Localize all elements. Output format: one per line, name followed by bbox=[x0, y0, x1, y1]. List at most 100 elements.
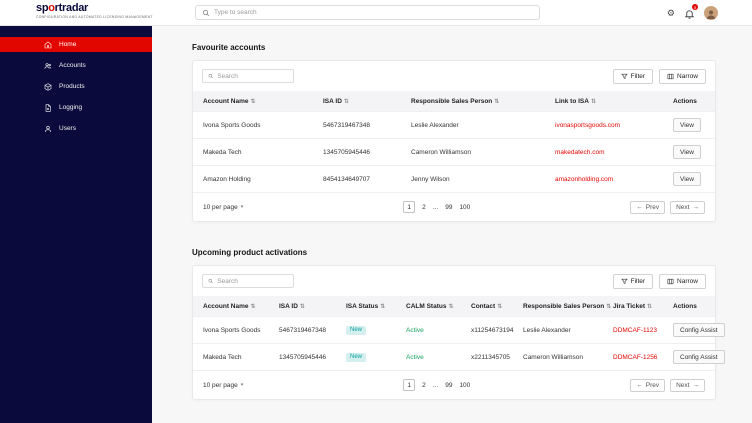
user-icon bbox=[45, 125, 51, 132]
activations-table-header: Account Name ⇅ ISA ID ⇅ ISA Status ⇅ CALM S… bbox=[193, 296, 715, 316]
prev-label: Prev bbox=[645, 203, 660, 211]
page-button-1[interactable]: 1 bbox=[403, 379, 416, 391]
pager-buttons: ← Prev Next → bbox=[630, 378, 705, 392]
table-row: Makeda Tech 1345705945446 Cameron Willia… bbox=[193, 138, 715, 165]
sidebar-item-home[interactable]: Home bbox=[0, 37, 152, 52]
page-button-100[interactable]: 100 bbox=[459, 382, 470, 389]
column-header: ISA Status bbox=[346, 302, 379, 310]
funnel-icon bbox=[620, 73, 628, 79]
jira-ticket-link[interactable]: DDMCAF-1123 bbox=[613, 327, 673, 334]
table-row: Ivona Sports Goods 5467319467348 Leslie … bbox=[193, 111, 715, 138]
table-row: Ivona Sports Goods 5467319467348 New Act… bbox=[193, 316, 725, 343]
global-search[interactable] bbox=[195, 5, 540, 20]
config-assist-button[interactable]: Config Assist bbox=[673, 350, 725, 364]
sort-icon[interactable]: ⇅ bbox=[647, 303, 652, 310]
filter-button[interactable]: Filter bbox=[612, 273, 654, 289]
column-header: Account Name bbox=[203, 302, 249, 310]
sidebar-item-label: Logging bbox=[59, 104, 83, 111]
column-header: Responsible Sales Person bbox=[523, 302, 605, 310]
cell-isa-id: 5467319467348 bbox=[279, 326, 326, 334]
notification-badge: 5 bbox=[692, 4, 698, 10]
isa-status-badge: New bbox=[346, 352, 367, 362]
box-icon bbox=[44, 82, 52, 91]
per-page-label: 10 per page bbox=[203, 203, 238, 211]
page-button-99[interactable]: 99 bbox=[445, 382, 452, 389]
sort-icon[interactable]: ⇅ bbox=[448, 303, 453, 310]
narrow-button[interactable]: Narrow bbox=[659, 68, 706, 84]
favourites-toolbar: Filter Narrow bbox=[193, 61, 715, 91]
narrow-button[interactable]: Narrow bbox=[659, 273, 706, 289]
sort-icon[interactable]: ⇅ bbox=[380, 303, 385, 310]
sort-icon[interactable]: ⇅ bbox=[497, 303, 502, 310]
sidebar-item-users[interactable]: Users bbox=[0, 121, 152, 136]
chevron-down-icon: ▾ bbox=[240, 382, 244, 388]
table-row: Makeda Tech 1345705945446 New Active x22… bbox=[193, 343, 725, 370]
prev-label: Prev bbox=[645, 381, 660, 389]
view-button[interactable]: View bbox=[673, 118, 701, 132]
sort-icon[interactable]: ⇅ bbox=[251, 303, 256, 310]
cell-account-name: Ivona Sports Goods bbox=[203, 326, 261, 334]
sort-icon[interactable]: ⇅ bbox=[344, 98, 349, 105]
settings-icon[interactable]: ⚙ bbox=[667, 8, 675, 18]
column-header: Contact bbox=[471, 302, 496, 310]
favourites-search-input[interactable] bbox=[217, 72, 288, 80]
per-page-select[interactable]: 10 per page ▾ bbox=[203, 382, 243, 389]
column-header: Account Name bbox=[203, 97, 249, 105]
view-button[interactable]: View bbox=[673, 145, 701, 159]
page-button-100[interactable]: 100 bbox=[459, 204, 470, 211]
isa-link[interactable]: makedatech.com bbox=[555, 149, 673, 156]
sort-icon[interactable]: ⇅ bbox=[300, 303, 305, 310]
page-button-2[interactable]: 2 bbox=[422, 382, 426, 389]
prev-button[interactable]: ← Prev bbox=[630, 200, 666, 214]
cell-account-name: Makeda Tech bbox=[203, 353, 242, 361]
cell-isa-id: 1345705945446 bbox=[323, 148, 370, 156]
cell-sales-person: Leslie Alexander bbox=[411, 121, 459, 129]
page-button-1[interactable]: 1 bbox=[403, 201, 416, 213]
page-ellipsis: ... bbox=[432, 203, 439, 211]
filter-button[interactable]: Filter bbox=[612, 68, 654, 84]
isa-link[interactable]: ivonasportsgoods.com bbox=[555, 122, 673, 129]
sort-icon[interactable]: ⇅ bbox=[251, 98, 256, 105]
favourites-table-header: Account Name ⇅ ISA ID ⇅ Responsible Sales … bbox=[193, 91, 715, 111]
search-icon bbox=[202, 9, 210, 16]
arrow-right-icon: → bbox=[692, 203, 699, 211]
notifications-button[interactable]: 5 bbox=[684, 4, 698, 19]
activations-card: Filter Narrow Account Name⇅ ISA ID⇅ ISA … bbox=[192, 265, 725, 400]
sidebar-item-accounts[interactable]: Accounts bbox=[0, 58, 152, 73]
activations-search-input[interactable] bbox=[217, 277, 288, 285]
cell-sales-person: Cameron Williamson bbox=[523, 353, 583, 361]
user-avatar[interactable] bbox=[704, 6, 718, 20]
view-button[interactable]: View bbox=[673, 172, 701, 186]
logo-tagline: CONFIGURATION AND AUTOMATED LICENSING MA… bbox=[36, 14, 153, 19]
sort-icon[interactable]: ⇅ bbox=[606, 303, 611, 310]
column-header: Actions bbox=[673, 97, 697, 105]
sidebar-item-label: Products bbox=[59, 83, 85, 90]
activations-search[interactable] bbox=[202, 274, 294, 288]
sidebar-nav: Home Accounts Products Logging Users bbox=[0, 26, 152, 423]
columns-icon bbox=[667, 278, 674, 284]
next-button[interactable]: Next → bbox=[670, 200, 705, 214]
cell-isa-id: 8454134649707 bbox=[323, 175, 370, 183]
logo-text-rest: rtradar bbox=[54, 2, 89, 14]
top-bar: sportradar CONFIGURATION AND AUTOMATED L… bbox=[0, 0, 752, 26]
arrow-left-icon: ← bbox=[636, 203, 643, 211]
page-button-99[interactable]: 99 bbox=[445, 204, 452, 211]
pagination: 1 2 ... 99 100 bbox=[403, 379, 470, 391]
sidebar-item-logging[interactable]: Logging bbox=[0, 100, 152, 115]
config-assist-button[interactable]: Config Assist bbox=[673, 323, 725, 337]
sort-icon[interactable]: ⇅ bbox=[494, 98, 499, 105]
page-button-2[interactable]: 2 bbox=[422, 204, 426, 211]
favourites-search[interactable] bbox=[202, 69, 294, 83]
next-button[interactable]: Next → bbox=[670, 378, 705, 392]
isa-link[interactable]: amazonholding.com bbox=[555, 176, 673, 183]
prev-button[interactable]: ← Prev bbox=[630, 378, 666, 392]
sidebar-item-label: Accounts bbox=[59, 62, 86, 69]
jira-ticket-link[interactable]: DDMCAF-1256 bbox=[613, 354, 673, 361]
sort-icon[interactable]: ⇅ bbox=[591, 98, 596, 105]
global-search-input[interactable] bbox=[214, 9, 533, 16]
per-page-select[interactable]: 10 per page ▾ bbox=[203, 204, 243, 211]
cell-sales-person: Jenny Wilson bbox=[411, 175, 450, 183]
column-header: Jira Ticket bbox=[613, 302, 646, 310]
sidebar-item-products[interactable]: Products bbox=[0, 79, 152, 94]
search-icon bbox=[208, 278, 213, 284]
